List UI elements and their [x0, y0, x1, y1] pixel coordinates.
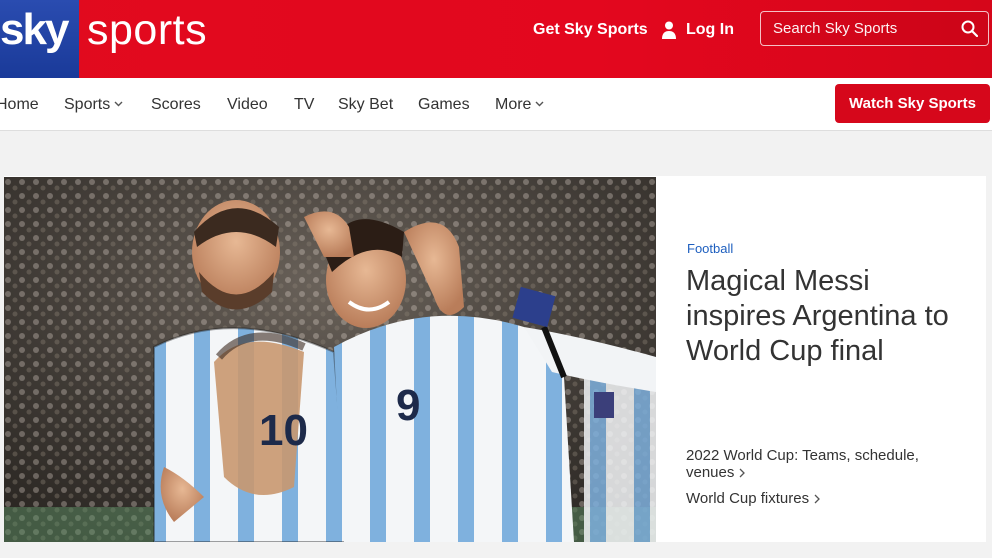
chevron-right-icon	[739, 468, 746, 478]
nav-item-sports[interactable]: Sports	[64, 94, 123, 116]
shirt-number-9: 9	[396, 381, 420, 430]
user-icon	[662, 21, 676, 39]
hero-image[interactable]: 10 9	[4, 177, 656, 542]
sky-sports-logo[interactable]: sky sports	[0, 0, 224, 78]
hero-story-card: 10 9 Football Magical Messi inspires Arg…	[4, 176, 986, 542]
category-link-football[interactable]: Football	[687, 241, 733, 256]
nav-item-home[interactable]: Home	[0, 94, 39, 116]
chevron-down-icon	[114, 101, 123, 107]
logo-sports-wordmark: sports	[87, 6, 208, 54]
related-link-label: 2022 World Cup: Teams, schedule, venues	[686, 447, 919, 481]
get-sky-sports-link[interactable]: Get Sky Sports	[533, 19, 648, 41]
search-icon[interactable]	[961, 20, 978, 37]
nav-item-sports-label: Sports	[64, 96, 111, 113]
nav-item-games[interactable]: Games	[418, 94, 470, 116]
nav-item-sky-bet[interactable]: Sky Bet	[338, 94, 393, 116]
hero-photo: 10 9	[4, 177, 656, 542]
nav-item-scores[interactable]: Scores	[151, 94, 201, 116]
related-link-label: World Cup fixtures	[686, 490, 810, 507]
chevron-down-icon	[535, 101, 544, 107]
shirt-number-10: 10	[259, 406, 308, 455]
hero-headline[interactable]: Magical Messi inspires Argentina to Worl…	[686, 264, 971, 369]
hero-text-panel: Football Magical Messi inspires Argentin…	[656, 176, 986, 542]
nav-item-tv[interactable]: TV	[294, 94, 314, 116]
search-box[interactable]	[760, 11, 989, 46]
watch-sky-sports-button[interactable]: Watch Sky Sports	[835, 84, 990, 123]
nav-item-video[interactable]: Video	[227, 94, 268, 116]
chevron-right-icon	[814, 494, 821, 504]
related-link-world-cup-guide[interactable]: 2022 World Cup: Teams, schedule, venues	[686, 447, 956, 481]
nav-item-more-label: More	[495, 96, 532, 113]
login-link[interactable]: Log In	[661, 19, 734, 41]
nav-item-more[interactable]: More	[495, 94, 544, 116]
related-link-world-cup-fixtures[interactable]: World Cup fixtures	[686, 490, 821, 507]
login-label: Log In	[686, 21, 734, 38]
logo-sky-wordmark: sky	[0, 0, 79, 78]
site-header: sky sports Get Sky Sports Log In	[0, 0, 992, 78]
search-input[interactable]	[761, 12, 956, 45]
